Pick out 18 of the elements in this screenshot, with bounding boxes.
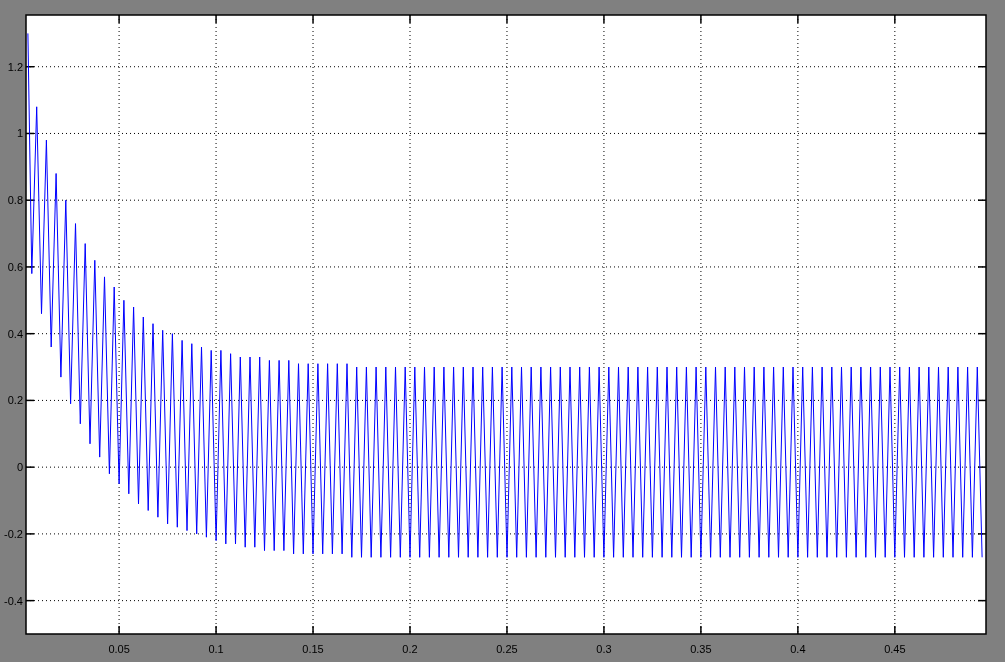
y-tick-label: 1 [16,127,23,140]
x-tick-label: 0.4 [790,643,806,655]
x-tick-label: 0.15 [302,643,324,655]
y-tick-label: 0.6 [7,260,23,273]
x-tick-label: 0.35 [690,643,712,655]
x-tick-label: 0.1 [208,643,224,655]
y-tick-label: 1.2 [7,60,23,73]
x-tick-label: 0.45 [884,643,906,655]
y-tick-label: 0.8 [7,194,23,207]
y-tick-label: 0 [16,461,23,474]
y-tick-label: 0.4 [7,327,23,340]
y-tick-label: -0.2 [4,527,23,540]
x-tick-label: 0.2 [402,643,418,655]
y-tick-label: 0.2 [7,394,23,407]
y-tick-label: -0.4 [4,594,23,607]
x-tick-label: 0.25 [496,643,518,655]
x-tick-label: 0.3 [596,643,612,655]
x-tick-label: 0.05 [108,643,130,655]
